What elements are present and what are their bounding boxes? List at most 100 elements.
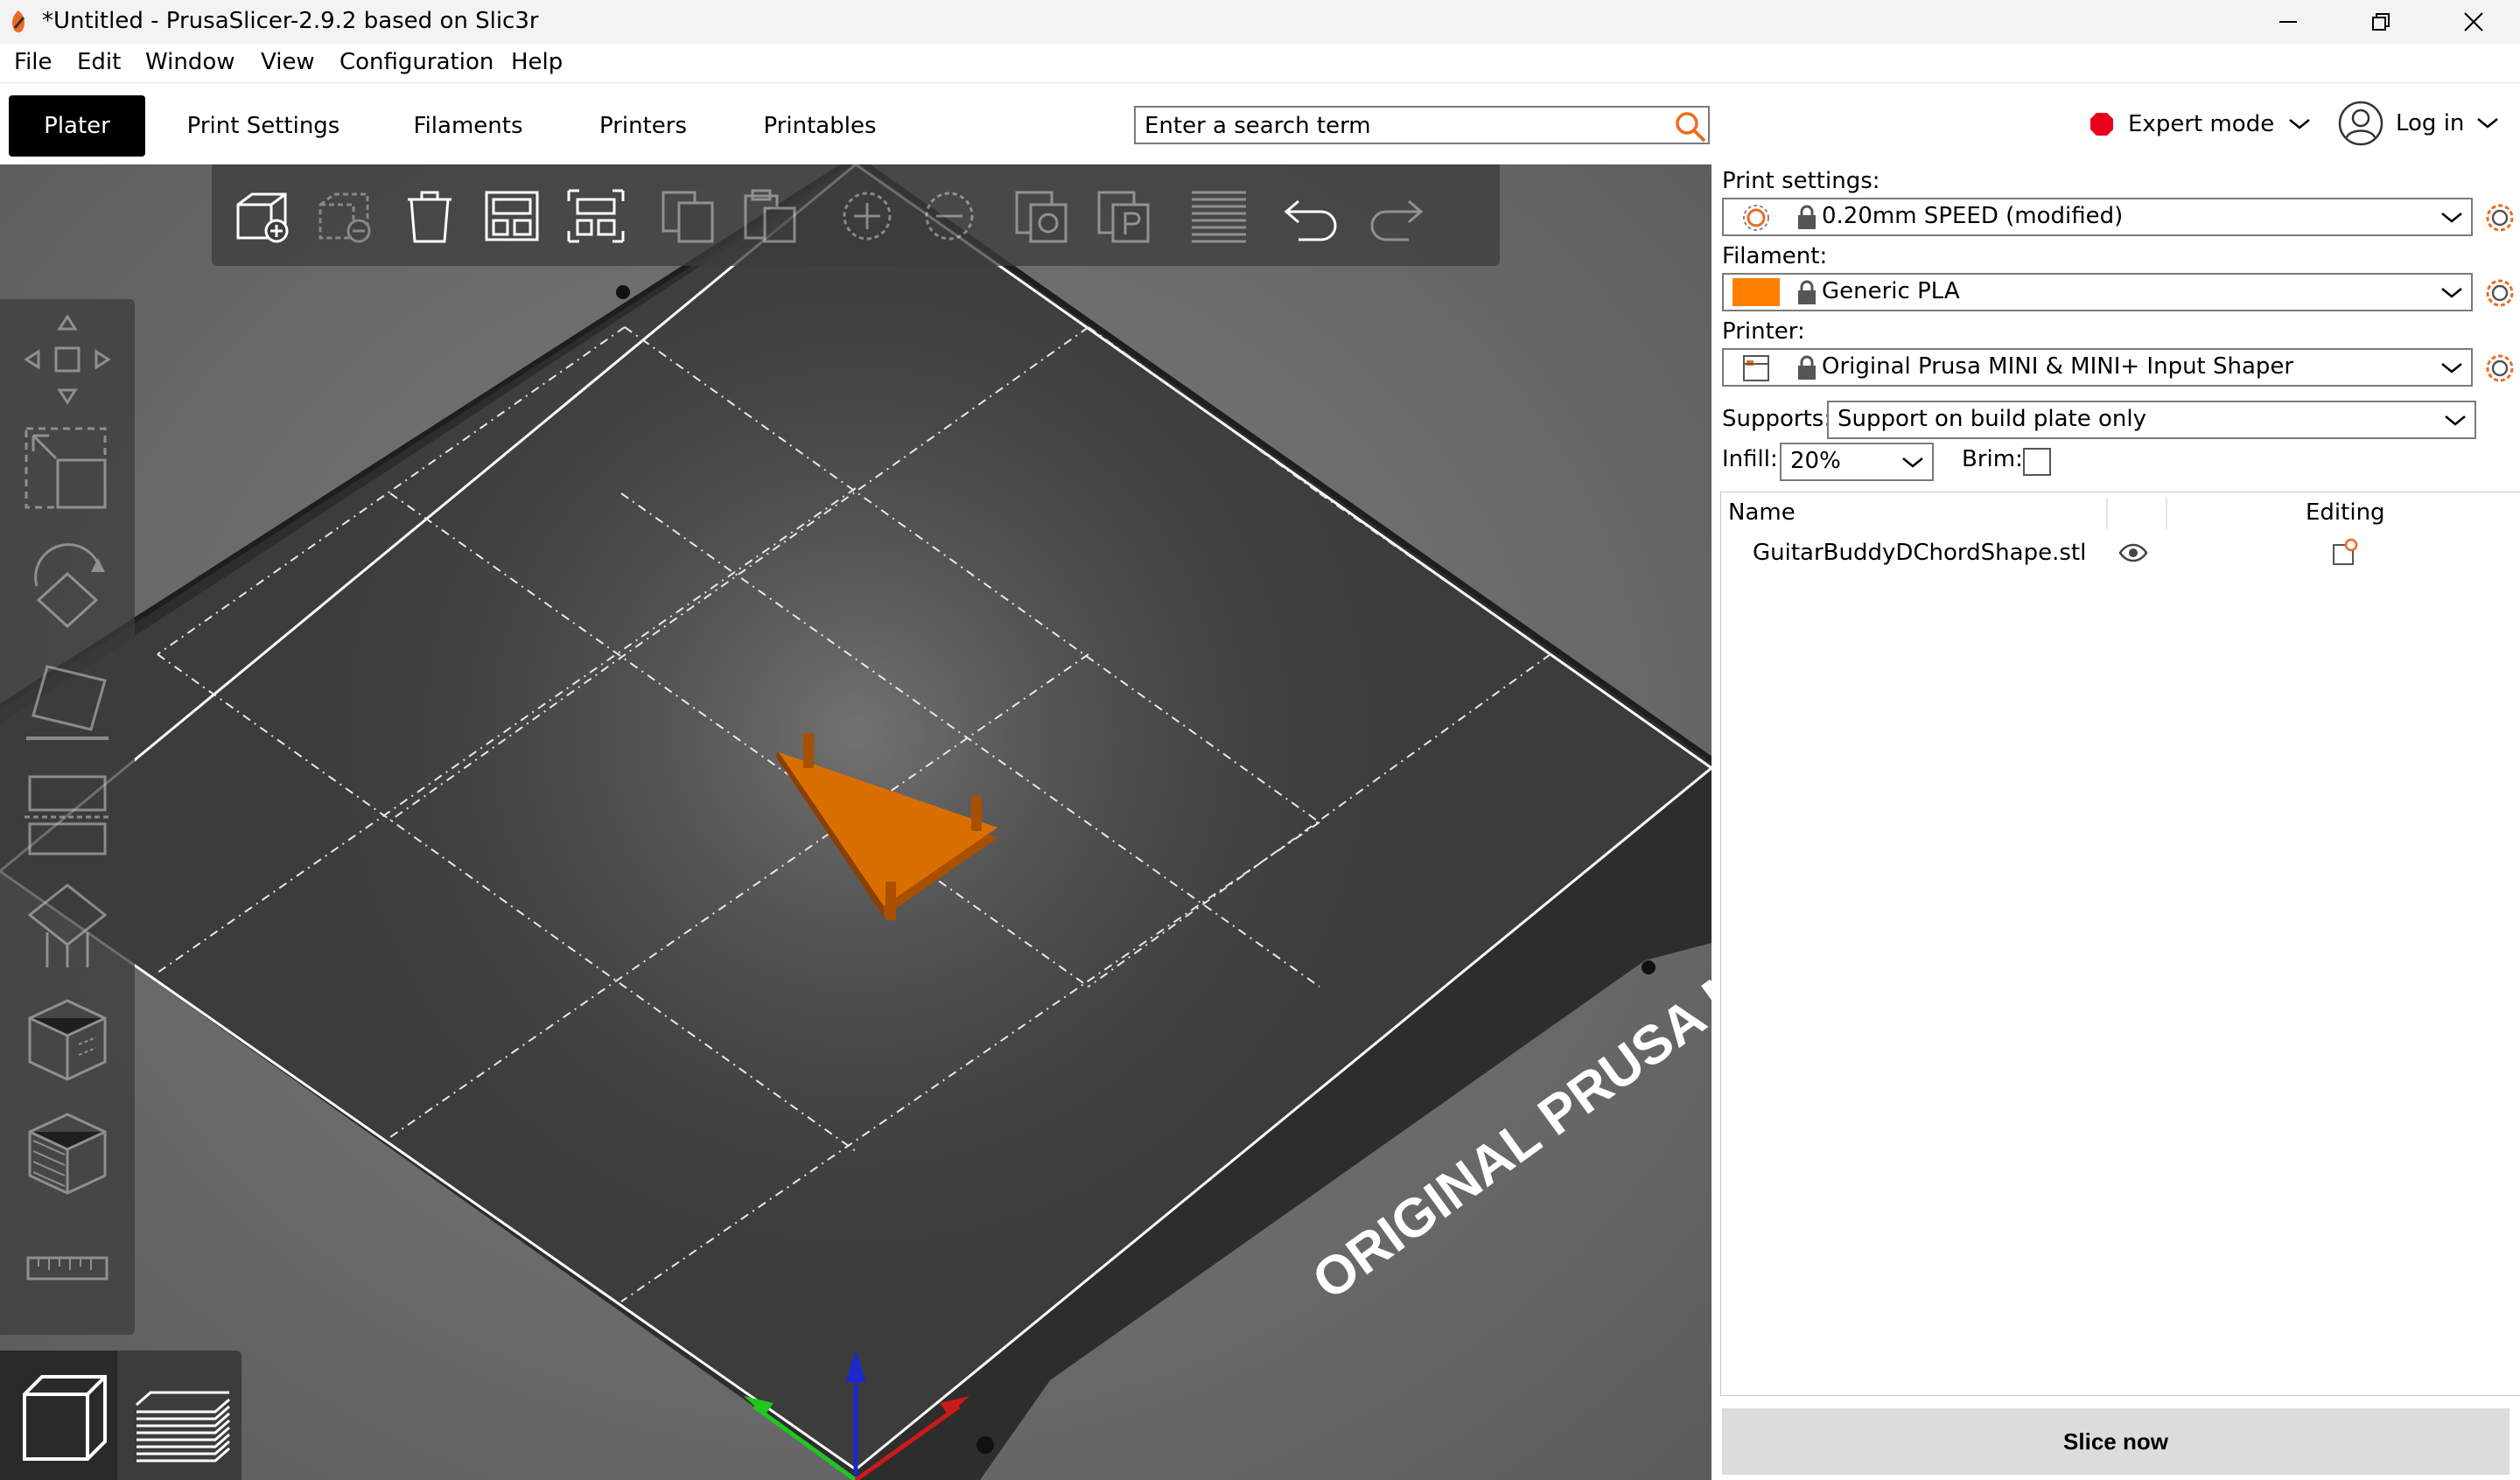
view-mode-switch bbox=[0, 1351, 242, 1480]
tab-printables[interactable]: Printables bbox=[754, 95, 886, 157]
chevron-down-icon bbox=[2445, 415, 2466, 426]
scale-icon[interactable] bbox=[21, 423, 114, 520]
restore-button[interactable] bbox=[2334, 0, 2427, 44]
printer-label: Printer: bbox=[1722, 318, 1805, 345]
search-input[interactable] bbox=[1144, 111, 1670, 141]
filament-combo[interactable]: Generic PLA bbox=[1722, 273, 2473, 311]
chevron-down-icon bbox=[2441, 363, 2462, 373]
infill-combo[interactable]: 20% bbox=[1780, 443, 1934, 481]
supports-label: Supports: bbox=[1722, 406, 1832, 432]
support-painting-icon[interactable] bbox=[21, 880, 114, 976]
delete-object-icon[interactable] bbox=[315, 187, 376, 245]
left-gizmo-toolbar bbox=[0, 299, 135, 1335]
restore-icon bbox=[2372, 13, 2390, 31]
lock-icon bbox=[1798, 205, 1816, 229]
filament-value: Generic PLA bbox=[1822, 278, 1960, 304]
3d-scene: ORIGINAL PRUSA MI bbox=[0, 164, 1712, 1480]
object-list: Name Editing GuitarBuddyDChordShape.stl bbox=[1720, 492, 2520, 1396]
column-header-name[interactable]: Name bbox=[1728, 499, 1796, 526]
expert-mode-selector[interactable]: Expert mode bbox=[2090, 104, 2311, 144]
move-icon[interactable] bbox=[21, 311, 114, 408]
3d-viewport[interactable]: ORIGINAL PRUSA MI bbox=[0, 164, 1712, 1480]
sidebar: Print settings: 0.20mm SPEED (modified) … bbox=[1712, 164, 2520, 1480]
seam-painting-icon[interactable] bbox=[21, 992, 114, 1088]
print-settings-icon bbox=[1743, 205, 1769, 231]
column-header-editing[interactable]: Editing bbox=[2306, 499, 2385, 526]
lock-icon bbox=[1798, 355, 1816, 380]
place-on-face-icon[interactable] bbox=[21, 654, 114, 750]
chevron-down-icon bbox=[2289, 119, 2310, 129]
chevron-down-icon bbox=[2441, 288, 2462, 298]
paste-icon[interactable] bbox=[740, 187, 802, 245]
arrange-icon[interactable] bbox=[481, 187, 542, 245]
menu-edit[interactable]: Edit bbox=[77, 49, 121, 75]
minimize-icon bbox=[2279, 21, 2297, 23]
filament-gear-icon[interactable] bbox=[2485, 278, 2515, 308]
slice-now-button[interactable]: Slice now bbox=[1722, 1408, 2510, 1475]
printer-value: Original Prusa MINI & MINI+ Input Shaper bbox=[1822, 353, 2294, 380]
split-parts-icon[interactable] bbox=[1094, 187, 1155, 245]
menu-file[interactable]: File bbox=[14, 49, 52, 75]
menu-bar: File Edit Window View Configuration Help bbox=[0, 44, 2520, 82]
chevron-down-icon bbox=[2477, 118, 2499, 129]
edit-settings-icon[interactable] bbox=[2330, 536, 2360, 568]
menu-window[interactable]: Window bbox=[145, 49, 235, 75]
print-settings-label: Print settings: bbox=[1722, 168, 1880, 194]
filament-label: Filament: bbox=[1722, 243, 1828, 269]
filament-color-swatch bbox=[1732, 278, 1780, 306]
cut-icon[interactable] bbox=[21, 766, 114, 862]
infill-label: Infill: bbox=[1722, 446, 1778, 472]
tab-print-settings[interactable]: Print Settings bbox=[172, 95, 355, 157]
3d-view-button[interactable] bbox=[0, 1351, 117, 1480]
add-object-icon[interactable] bbox=[233, 187, 294, 245]
redo-icon[interactable] bbox=[1365, 187, 1426, 245]
undo-icon[interactable] bbox=[1281, 187, 1342, 245]
brim-checkbox[interactable] bbox=[2023, 448, 2051, 476]
printer-combo[interactable]: Original Prusa MINI & MINI+ Input Shaper bbox=[1722, 348, 2473, 387]
print-settings-combo[interactable]: 0.20mm SPEED (modified) bbox=[1722, 198, 2473, 236]
login-button[interactable]: Log in bbox=[2338, 99, 2499, 148]
variable-layer-height-icon[interactable] bbox=[1188, 187, 1250, 245]
lock-icon bbox=[1798, 280, 1816, 304]
split-objects-icon[interactable] bbox=[1012, 187, 1073, 245]
chevron-down-icon bbox=[2441, 213, 2462, 223]
arrange-selection-icon[interactable] bbox=[565, 187, 626, 245]
minimize-button[interactable] bbox=[2242, 0, 2334, 44]
tab-bar: Plater Print Settings Filaments Printers… bbox=[0, 82, 2520, 164]
brim-label: Brim: bbox=[1962, 446, 2023, 472]
object-name: GuitarBuddyDChordShape.stl bbox=[1753, 540, 2087, 566]
top-toolbar bbox=[212, 164, 1500, 266]
rotate-icon[interactable] bbox=[21, 542, 114, 639]
menu-help[interactable]: Help bbox=[511, 49, 563, 75]
layers-icon bbox=[136, 1391, 230, 1463]
delete-all-icon[interactable] bbox=[399, 187, 460, 245]
search-icon[interactable] bbox=[1673, 109, 1708, 144]
tab-printers[interactable]: Printers bbox=[592, 95, 695, 157]
tab-plater[interactable]: Plater bbox=[9, 95, 145, 157]
user-avatar-icon bbox=[2338, 101, 2384, 146]
menu-view[interactable]: View bbox=[261, 49, 315, 75]
search-box bbox=[1134, 106, 1710, 144]
tab-filaments[interactable]: Filaments bbox=[404, 95, 532, 157]
table-row[interactable]: GuitarBuddyDChordShape.stl bbox=[1721, 536, 2520, 575]
add-instance-icon[interactable] bbox=[836, 187, 898, 245]
chevron-down-icon bbox=[1902, 457, 1923, 468]
expert-mode-label: Expert mode bbox=[2128, 111, 2275, 137]
preview-button[interactable] bbox=[119, 1351, 242, 1480]
prusaslicer-logo-icon bbox=[11, 10, 25, 32]
infill-value: 20% bbox=[1790, 448, 1841, 474]
supports-combo[interactable]: Support on build plate only bbox=[1827, 401, 2476, 439]
eye-icon[interactable] bbox=[2118, 540, 2148, 566]
close-icon bbox=[2464, 12, 2483, 31]
menu-configuration[interactable]: Configuration bbox=[340, 49, 494, 75]
cube-icon bbox=[23, 1375, 107, 1461]
print-settings-gear-icon[interactable] bbox=[2485, 203, 2515, 233]
expert-mode-indicator-icon bbox=[2090, 113, 2113, 136]
close-button[interactable] bbox=[2427, 0, 2520, 44]
printer-gear-icon[interactable] bbox=[2485, 353, 2515, 383]
copy-icon[interactable] bbox=[658, 187, 719, 245]
remove-instance-icon[interactable] bbox=[919, 187, 980, 245]
fuzzy-skin-icon[interactable] bbox=[21, 1106, 114, 1202]
title-bar: *Untitled - PrusaSlicer-2.9.2 based on S… bbox=[0, 0, 2520, 44]
measure-icon[interactable] bbox=[21, 1219, 114, 1316]
